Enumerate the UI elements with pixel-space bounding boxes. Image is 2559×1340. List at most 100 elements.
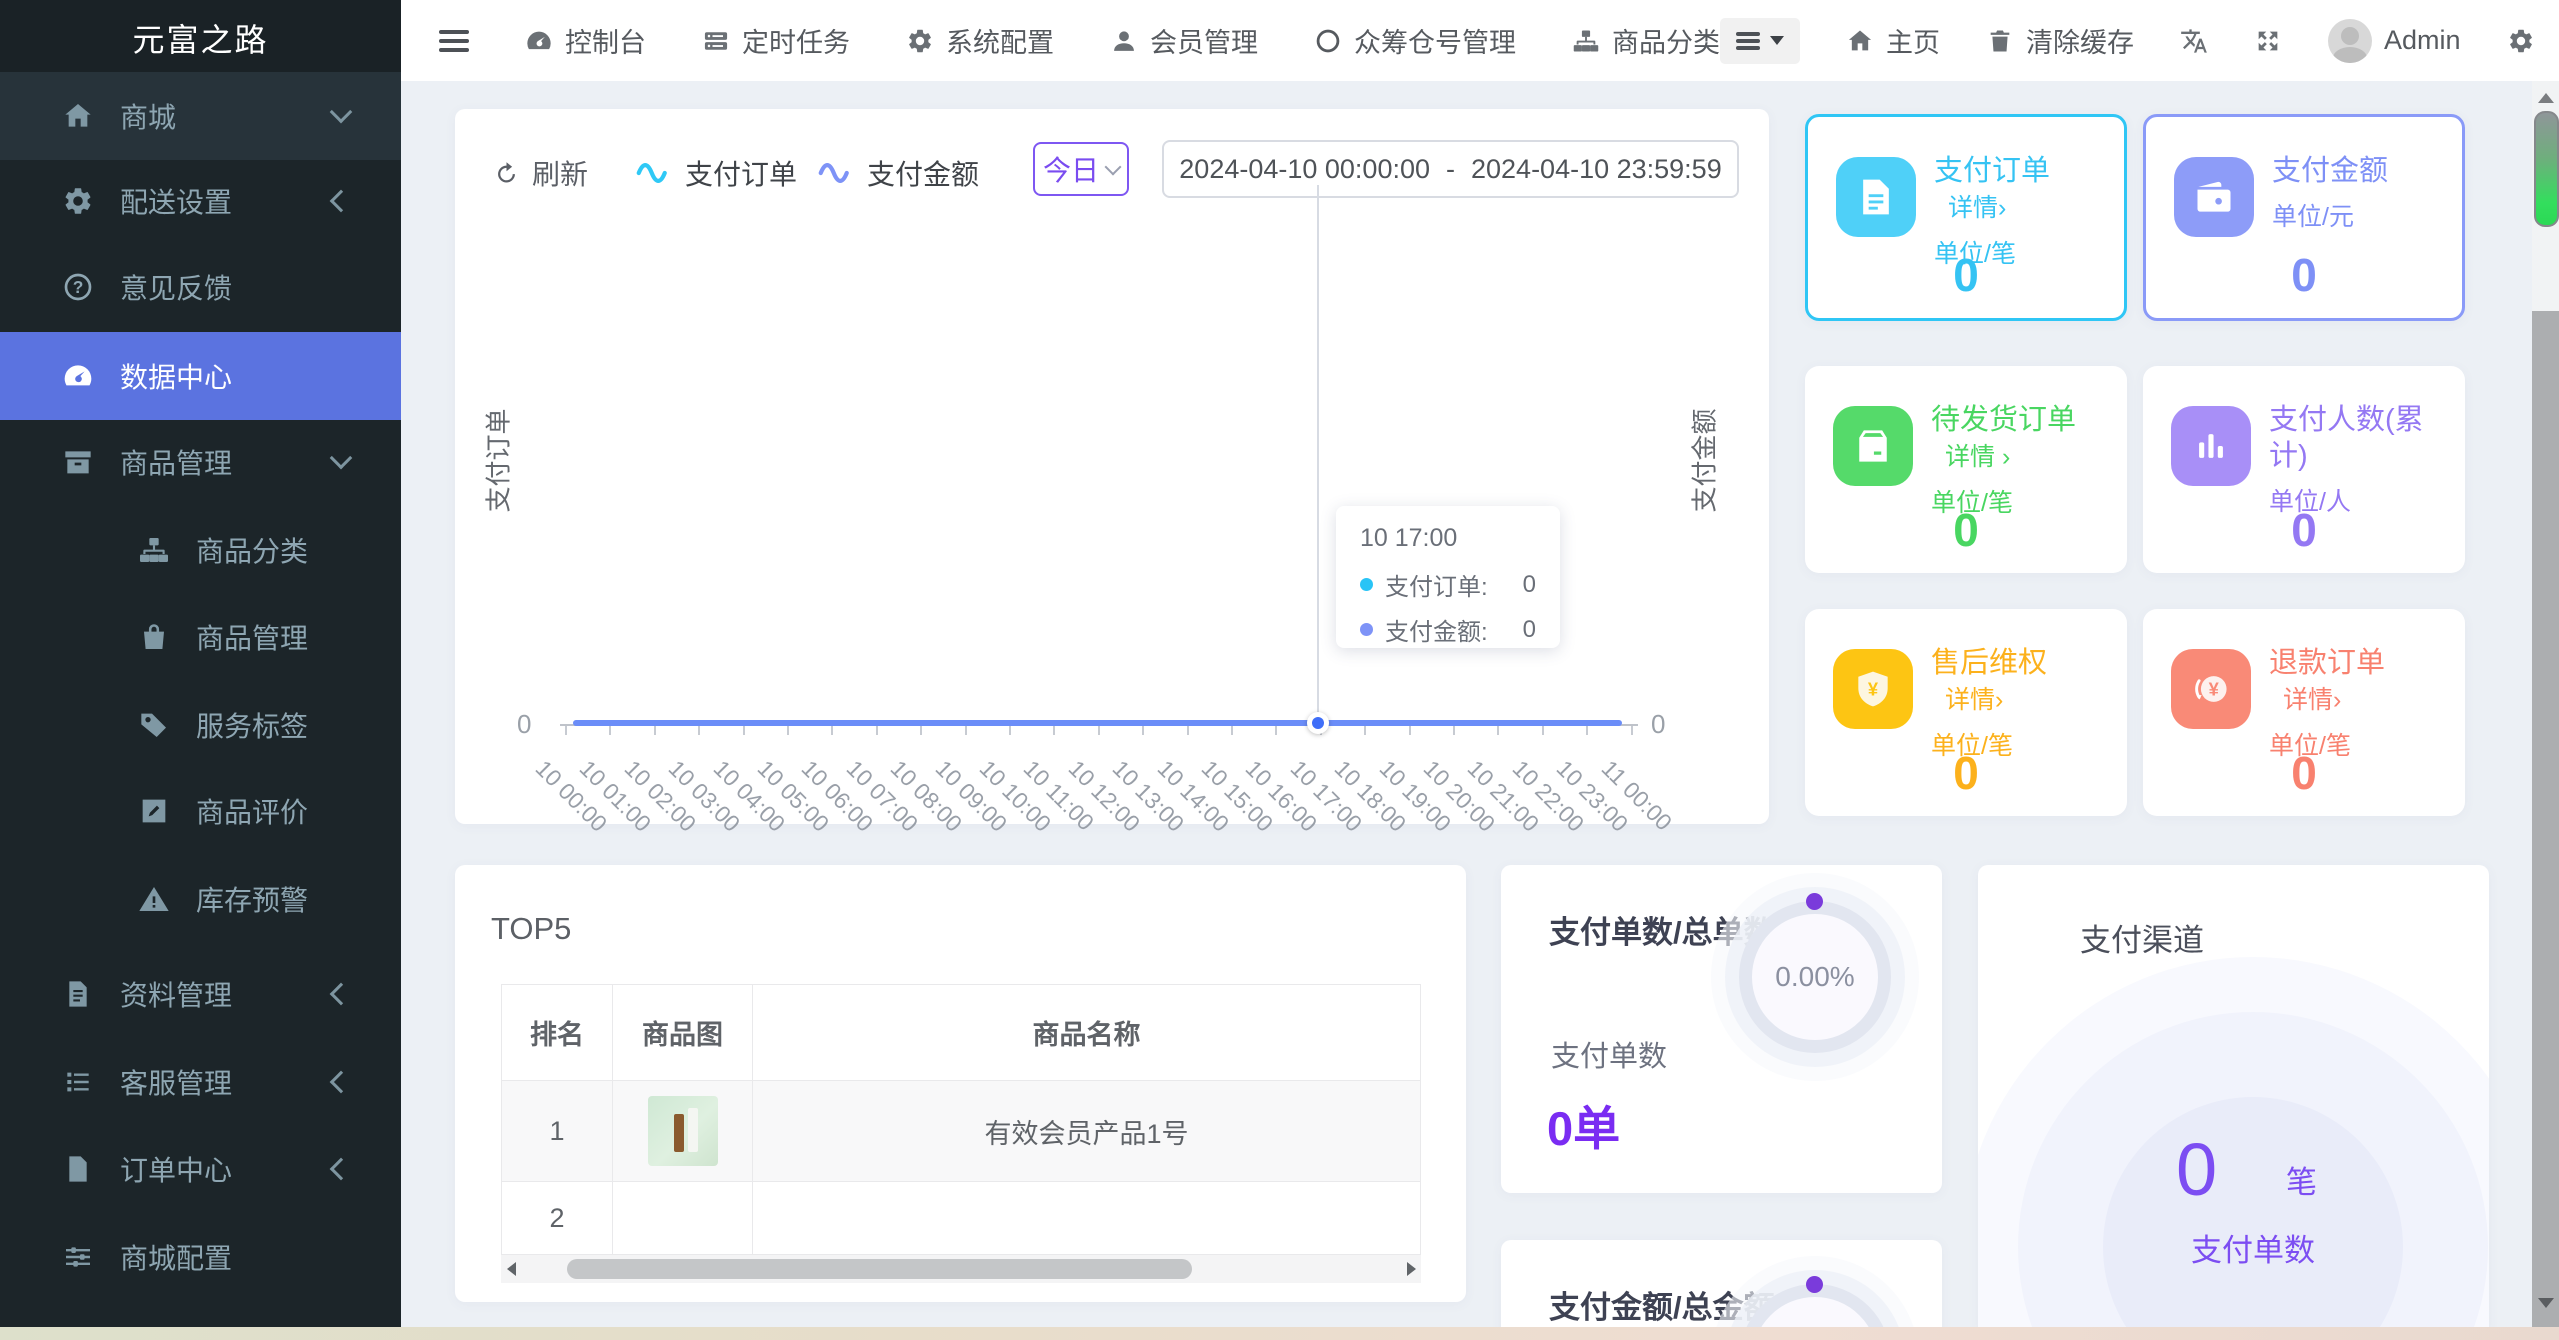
warning-icon [138,883,170,915]
box-icon [1833,406,1913,486]
x-tick [787,726,789,735]
dashboard-icon [525,27,553,55]
card-paying-users[interactable]: 支付人数(累计) 单位/人 0 [2143,366,2465,573]
avatar [2328,18,2372,63]
detail-link[interactable]: 详情› [1945,686,2003,714]
x-tick [1275,726,1278,735]
highlighted-data-point [1307,712,1329,734]
table-row[interactable]: 2 [502,1182,1420,1254]
menu-dropdown-button[interactable] [1720,17,1800,64]
x-tick [1453,726,1455,735]
x-tick [742,726,745,735]
horizontal-scrollbar[interactable] [501,1255,1421,1283]
shopping-bag-icon [138,621,170,653]
scroll-down-arrow[interactable] [2532,1292,2559,1314]
card-pending-shipment[interactable]: 待发货订单详情 › 单位/笔 0 [1805,366,2127,573]
card-pay-amount[interactable]: 支付金额 单位/元 0 [2143,114,2465,321]
archive-icon [62,446,94,478]
server-icon [702,27,730,55]
hamburger-menu-icon[interactable] [439,29,469,52]
nav-item-system-config[interactable]: 系统配置 [906,21,1054,60]
sliders-icon [62,1241,94,1273]
nav-item-scheduled-tasks[interactable]: 定时任务 [702,21,850,60]
scrollbar-thumb[interactable] [567,1259,1192,1279]
bar-chart-icon [2171,406,2251,486]
table-header-row: 排名 商品图 商品名称 [502,985,1420,1081]
top5-title: TOP5 [491,911,572,946]
pay-order-ratio-panel: 支付单数/总单数 0.00% 支付单数 0单 [1501,865,1942,1193]
sidebar-item-product-category[interactable]: 商品分类 [0,506,401,594]
x-tick [1231,726,1233,735]
x-tick [1009,726,1011,735]
top5-table: 排名 商品图 商品名称 1 有效会员产品1号 2 [501,984,1421,1255]
card-after-sales[interactable]: ¥ 售后维权详情› 单位/笔 0 [1805,609,2127,816]
circle-icon [1314,27,1342,55]
document-icon [1836,157,1916,237]
x-tick [1142,726,1145,735]
card-value: 0 [1953,504,1979,556]
vertical-scrollbar[interactable] [2532,81,2559,1340]
product-image [647,1096,718,1166]
detail-link[interactable]: 详情› [2283,686,2341,714]
detail-link[interactable]: 详情› [1948,194,2006,222]
sidebar-item-material-management[interactable]: 资料管理 [0,950,401,1038]
nav-item-homepage[interactable]: 主页 [1846,21,1940,60]
x-axis: 10 00:00 10 01:00 10 02:00 10 03:00 10 04:00… [455,109,1769,837]
card-value: 0 [1953,249,1979,301]
sidebar-item-product-management[interactable]: 商品管理 [0,418,401,506]
x-tick [1497,726,1500,735]
sidebar-item-mall[interactable]: 商城 [0,72,401,160]
table-row[interactable]: 1 有效会员产品1号 [502,1081,1420,1182]
sidebar-item-order-center[interactable]: 订单中心 [0,1125,401,1213]
fullscreen-button[interactable] [2254,27,2282,55]
card-refund-orders[interactable]: ¥ 退款订单详情› 单位/笔 0 [2143,609,2465,816]
line-chart: 支付订单 支付金额 0 0 10 00:00 10 01:00 10 02:00 10… [455,109,1769,837]
scroll-left-arrow[interactable] [501,1255,521,1283]
sidebar-item-delivery-settings[interactable]: 配送设置 [0,157,401,245]
sidebar-item-feedback[interactable]: 意见反馈 [0,243,401,331]
sidebar: 元富之路 商城 配送设置 意见反馈 数据中心 商品管理 商品分类 商品管理 服务… [0,0,401,1340]
sidebar-item-data-center[interactable]: 数据中心 [0,332,401,420]
home-icon [1846,27,1874,55]
scroll-right-arrow[interactable] [1401,1255,1421,1283]
series-dot-icon [1360,623,1373,636]
scrollbar-thumb[interactable] [2534,111,2559,227]
expand-icon [2254,27,2282,55]
gear-icon [906,27,934,55]
ratio-gauge: 0.00% [1739,901,1891,1053]
series-dot-icon [1360,578,1373,591]
nav-item-crowdfunding-warehouse[interactable]: 众筹仓号管理 [1314,21,1516,60]
payment-trend-panel: 刷新 支付订单 支付金额 今日 2024-04-10 00:00:00 - 20… [455,109,1769,837]
language-button[interactable] [2180,27,2208,55]
sidebar-item-stock-warning[interactable]: 库存预警 [0,855,401,943]
sidebar-item-customer-service[interactable]: 客服管理 [0,1038,401,1126]
card-value: 0 [1953,747,1979,799]
x-tick [1186,726,1189,735]
x-tick [1408,726,1411,735]
x-tick [1364,726,1367,735]
detail-link[interactable]: 详情 › [1945,443,2010,471]
translate-icon [2180,27,2208,55]
scroll-up-arrow[interactable] [2532,87,2559,109]
x-tick [1630,726,1633,735]
sidebar-item-product-reviews[interactable]: 商品评价 [0,767,401,855]
file-icon [62,1153,94,1185]
nav-item-clear-cache[interactable]: 清除缓存 [1986,21,2134,60]
channel-value: 0 [2176,1128,2218,1211]
svg-text:¥: ¥ [1868,678,1879,699]
settings-button[interactable] [2507,27,2535,55]
card-pay-orders[interactable]: 支付订单详情› 单位/笔 0 [1805,114,2127,321]
nav-item-console[interactable]: 控制台 [525,21,646,60]
dashboard-page: 元富之路 商城 配送设置 意见反馈 数据中心 商品管理 商品分类 商品管理 服务… [0,0,2559,1340]
sidebar-item-service-tags[interactable]: 服务标签 [0,681,401,769]
top5-panel: TOP5 排名 商品图 商品名称 1 有效会员产品1号 2 [455,865,1466,1302]
nav-item-member-management[interactable]: 会员管理 [1110,21,1258,60]
user-menu[interactable]: Admin [2328,18,2461,63]
x-tick [653,726,656,735]
x-tick [565,726,567,735]
sidebar-item-mall-config[interactable]: 商城配置 [0,1213,401,1301]
sidebar-item-product-manage-sub[interactable]: 商品管理 [0,593,401,681]
nav-item-product-category[interactable]: 商品分类 [1572,21,1720,60]
caret-down-icon [1770,36,1784,45]
tag-icon [138,709,170,741]
